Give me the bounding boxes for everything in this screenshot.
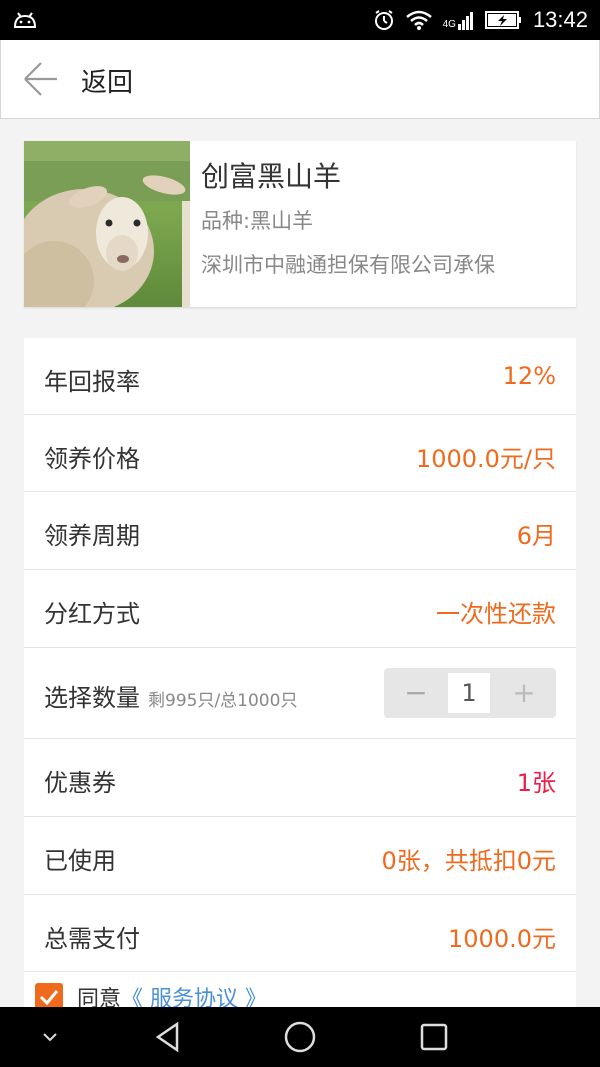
back-arrow-icon[interactable] bbox=[23, 60, 59, 98]
quantity-input[interactable]: 1 bbox=[448, 673, 490, 713]
recents-square-icon bbox=[420, 1023, 448, 1051]
quantity-label: 选择数量 bbox=[44, 684, 140, 712]
nav-recents-button[interactable] bbox=[416, 1007, 452, 1067]
nav-hide-button[interactable] bbox=[35, 1007, 65, 1067]
price-label: 领养价格 bbox=[44, 445, 140, 473]
annual-return-label: 年回报率 bbox=[44, 368, 140, 396]
cell-signal-icon: 4G bbox=[443, 10, 475, 30]
alarm-icon bbox=[374, 10, 393, 30]
period-value: 6月 bbox=[516, 522, 556, 550]
dividend-value: 一次性还款 bbox=[436, 600, 556, 628]
total-value: 1000.0元 bbox=[448, 925, 556, 953]
price-value: 1000.0元/只 bbox=[415, 445, 556, 473]
product-card: 创富黑山羊 品种:黑山羊 深圳市中融通担保有限公司承保 bbox=[24, 141, 576, 307]
nav-back-button[interactable] bbox=[150, 1007, 186, 1067]
quantity-row: 选择数量 剩995只/总1000只 − 1 + bbox=[24, 648, 576, 739]
decrease-button[interactable]: − bbox=[384, 668, 448, 718]
network-type: 4G bbox=[442, 19, 456, 30]
price-row: 领养价格 1000.0元/只 bbox=[24, 415, 576, 492]
battery-charging-icon bbox=[484, 11, 521, 29]
total-row: 总需支付 1000.0元 bbox=[24, 895, 576, 972]
system-nav-bar bbox=[0, 1007, 600, 1067]
sheep-icon bbox=[24, 141, 190, 307]
increase-button[interactable]: + bbox=[492, 668, 556, 718]
total-label: 总需支付 bbox=[44, 925, 140, 953]
status-bar: 4G 13:42 bbox=[0, 0, 600, 40]
chevron-down-icon bbox=[43, 1033, 57, 1042]
product-name: 创富黑山羊 bbox=[201, 160, 342, 193]
period-row: 领养周期 6月 bbox=[24, 492, 576, 570]
product-breed: 品种:黑山羊 bbox=[201, 209, 314, 233]
quantity-stepper[interactable]: − 1 + bbox=[384, 668, 556, 718]
back-triangle-icon bbox=[155, 1021, 179, 1053]
order-details: 年回报率 12% 领养价格 1000.0元/只 领养周期 6月 分红方式 一次性… bbox=[24, 338, 576, 1018]
coupon-label: 优惠券 bbox=[44, 769, 116, 797]
used-row: 已使用 0张，共抵扣0元 bbox=[24, 817, 576, 895]
home-circle-icon bbox=[284, 1021, 316, 1053]
dividend-label: 分红方式 bbox=[44, 600, 140, 628]
coupon-row[interactable]: 优惠券 1张 bbox=[24, 739, 576, 817]
used-label: 已使用 bbox=[44, 847, 116, 875]
stock-note: 剩995只/总1000只 bbox=[148, 691, 298, 711]
dividend-row: 分红方式 一次性还款 bbox=[24, 570, 576, 648]
product-guarantor: 深圳市中融通担保有限公司承保 bbox=[201, 253, 495, 277]
top-nav-bar: 返回 bbox=[0, 40, 600, 119]
coupon-value[interactable]: 1张 bbox=[517, 763, 556, 798]
android-debug-icon bbox=[13, 12, 37, 28]
annual-return-row: 年回报率 12% bbox=[24, 338, 576, 415]
nav-home-button[interactable] bbox=[282, 1007, 318, 1067]
product-image bbox=[24, 141, 190, 307]
used-value: 0张，共抵扣0元 bbox=[381, 847, 556, 875]
annual-return-value: 12% bbox=[502, 362, 556, 390]
back-button[interactable]: 返回 bbox=[81, 62, 133, 99]
wifi-icon bbox=[405, 10, 432, 30]
period-label: 领养周期 bbox=[44, 522, 140, 550]
status-time: 13:42 bbox=[532, 7, 588, 32]
quantity-label-group: 选择数量 剩995只/总1000只 bbox=[44, 678, 297, 713]
